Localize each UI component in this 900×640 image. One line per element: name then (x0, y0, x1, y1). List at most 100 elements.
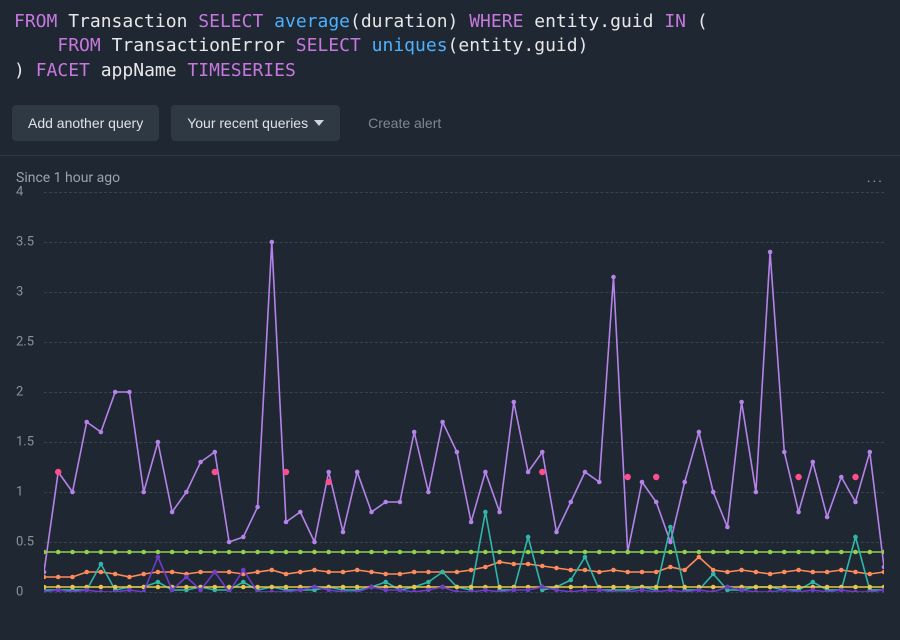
chart-data-point[interactable] (583, 470, 588, 475)
chart-data-point[interactable] (412, 430, 417, 435)
chart-data-point[interactable] (241, 568, 246, 573)
chart-data-point[interactable] (270, 240, 275, 245)
chart-data-point[interactable] (412, 570, 417, 575)
chart-data-point[interactable] (554, 530, 559, 535)
chart-data-point[interactable] (369, 585, 374, 590)
chart-data-point[interactable] (355, 568, 360, 573)
chart-data-point[interactable] (497, 560, 502, 565)
chart-data-point[interactable] (811, 460, 816, 465)
chart-data-point[interactable] (284, 585, 289, 590)
chart-data-point[interactable] (654, 550, 659, 555)
chart-data-point[interactable] (811, 580, 816, 585)
chart-data-point[interactable] (398, 572, 403, 577)
chart-data-point[interactable] (270, 590, 275, 592)
chart-data-point[interactable] (99, 550, 104, 555)
chart-data-point[interactable] (483, 565, 488, 570)
chart-data-point[interactable] (654, 500, 659, 505)
chart-data-point[interactable] (711, 568, 716, 573)
chart-data-point[interactable] (412, 590, 417, 592)
chart-data-point[interactable] (625, 570, 630, 575)
chart-data-point[interactable] (654, 570, 659, 575)
chart-data-point[interactable] (868, 450, 873, 455)
chart-data-point[interactable] (355, 585, 360, 590)
chart-data-point[interactable] (839, 475, 844, 480)
chart-data-point[interactable] (682, 585, 687, 590)
chart-data-point[interactable] (853, 535, 858, 540)
chart-data-point[interactable] (668, 525, 673, 530)
chart-data-point[interactable] (156, 570, 161, 575)
chart-data-point[interactable] (754, 490, 759, 495)
chart-data-point[interactable] (725, 585, 730, 590)
chart-data-point[interactable] (754, 570, 759, 575)
chart-data-point[interactable] (70, 490, 75, 495)
chart-data-point[interactable] (611, 568, 616, 573)
chart-data-point[interactable] (298, 570, 303, 575)
chart-data-point[interactable] (312, 585, 317, 590)
chart-data-point[interactable] (569, 590, 574, 592)
chart-data-point[interactable] (569, 550, 574, 555)
chart-data-point[interactable] (270, 550, 275, 555)
chart-data-point[interactable] (426, 580, 431, 585)
chart-data-point[interactable] (141, 490, 146, 495)
chart-data-point[interactable] (868, 550, 873, 555)
chart-data-point[interactable] (127, 390, 132, 395)
chart-data-point[interactable] (497, 510, 502, 515)
chart-data-point[interactable] (825, 515, 830, 520)
chart-data-point[interactable] (213, 550, 218, 555)
chart-data-point[interactable] (213, 585, 218, 590)
chart-data-point[interactable] (455, 550, 460, 555)
chart-data-point[interactable] (440, 420, 445, 425)
chart-data-point[interactable] (668, 565, 673, 570)
chart-data-point[interactable] (99, 562, 104, 567)
chart-data-point[interactable] (369, 510, 374, 515)
chart-data-point[interactable] (611, 585, 616, 590)
chart-data-point[interactable] (725, 550, 730, 555)
chart-data-point[interactable] (497, 585, 502, 590)
chart-data-point[interactable] (711, 572, 716, 577)
chart-data-point[interactable] (412, 585, 417, 590)
chart-data-point[interactable] (283, 469, 289, 475)
chart-data-point[interactable] (184, 490, 189, 495)
chart-data-point[interactable] (569, 578, 574, 583)
chart-data-point[interactable] (853, 570, 858, 575)
chart-data-point[interactable] (825, 585, 830, 590)
chart-data-point[interactable] (326, 550, 331, 555)
chart-data-point[interactable] (398, 500, 403, 505)
chart-data-point[interactable] (426, 550, 431, 555)
chart-data-point[interactable] (70, 585, 75, 590)
chart-data-point[interactable] (369, 570, 374, 575)
chart-data-point[interactable] (170, 570, 175, 575)
chart-data-point[interactable] (156, 555, 161, 560)
chart-data-point[interactable] (455, 590, 460, 592)
chart-data-point[interactable] (540, 564, 545, 569)
chart-data-point[interactable] (298, 510, 303, 515)
chart-data-point[interactable] (113, 585, 118, 590)
chart-data-point[interactable] (739, 568, 744, 573)
chart-data-point[interactable] (227, 550, 232, 555)
chart-data-point[interactable] (539, 469, 545, 475)
chart-data-point[interactable] (469, 568, 474, 573)
chart-data-point[interactable] (739, 400, 744, 405)
chart-data-point[interactable] (697, 555, 702, 560)
chart-data-point[interactable] (782, 550, 787, 555)
chart-data-point[interactable] (284, 550, 289, 555)
chart-data-point[interactable] (768, 250, 773, 255)
chart-data-point[interactable] (156, 440, 161, 445)
chart-data-point[interactable] (725, 570, 730, 575)
chart-data-point[interactable] (768, 550, 773, 555)
chart-data-point[interactable] (56, 550, 61, 555)
chart-data-point[interactable] (569, 585, 574, 590)
chart-data-point[interactable] (882, 588, 884, 592)
chart-data-point[interactable] (170, 510, 175, 515)
chart-data-point[interactable] (341, 570, 346, 575)
chart-data-point[interactable] (284, 572, 289, 577)
chart-data-point[interactable] (312, 568, 317, 573)
chart-data-point[interactable] (469, 520, 474, 525)
chart-data-point[interactable] (512, 550, 517, 555)
chart-data-point[interactable] (198, 550, 203, 555)
chart-data-point[interactable] (270, 585, 275, 590)
chart-data-point[interactable] (455, 585, 460, 590)
chart-data-point[interactable] (853, 585, 858, 590)
chart-data-point[interactable] (811, 550, 816, 555)
chart-data-point[interactable] (44, 570, 46, 575)
